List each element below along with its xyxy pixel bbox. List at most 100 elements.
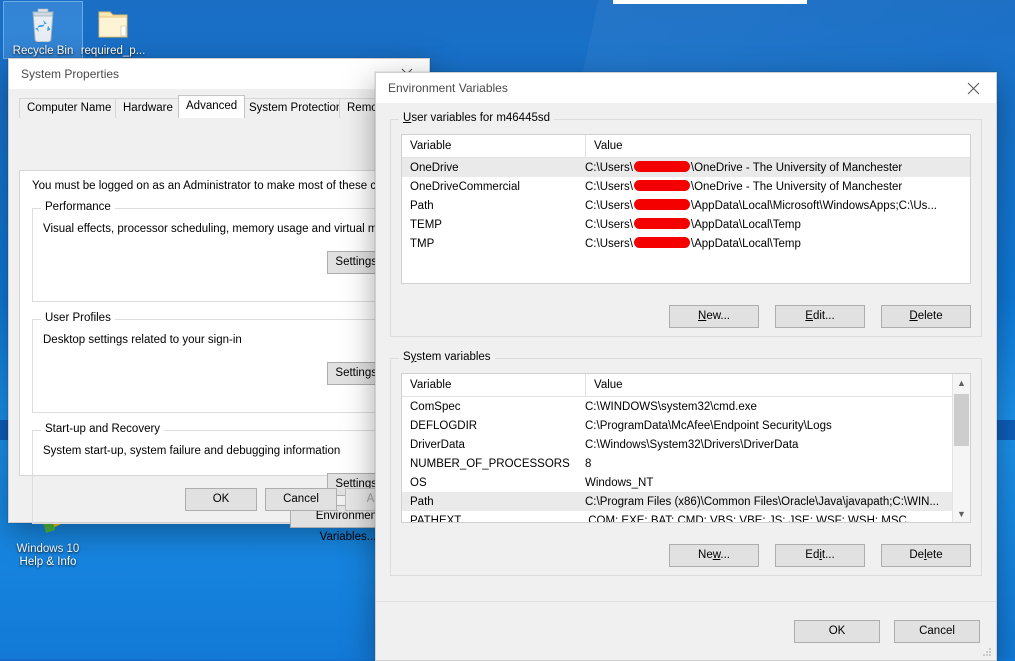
cell-value: Windows_NT xyxy=(585,476,654,489)
redaction-bar xyxy=(633,218,690,229)
tab-hardware[interactable]: Hardware xyxy=(115,98,181,118)
resize-grip-icon[interactable] xyxy=(981,646,992,657)
system-variables-scrollbar[interactable]: ▲ ▼ xyxy=(952,374,970,522)
table-row[interactable]: TEMP C:\Users\ \AppData\Local\Temp xyxy=(402,215,970,234)
user-profiles-group-desc: Desktop settings related to your sign-in xyxy=(43,334,242,346)
user-profiles-group-title: User Profiles xyxy=(41,312,115,324)
cell-variable: OneDriveCommercial xyxy=(410,180,520,193)
value-prefix: C:\Users\ xyxy=(585,162,633,174)
system-properties-title: System Properties xyxy=(21,67,120,81)
column-header-value[interactable]: Value xyxy=(586,135,970,157)
user-variables-table[interactable]: Variable Value OneDrive C:\Users\ \OneDri… xyxy=(401,134,971,284)
column-header-value[interactable]: Value xyxy=(586,374,970,396)
system-edit-button[interactable]: Edit... xyxy=(775,544,865,567)
close-icon[interactable] xyxy=(951,74,996,103)
user-variables-group: User variables for m46445sd Variable Val… xyxy=(390,112,982,337)
btn-pre: Ne xyxy=(698,549,713,561)
cell-value: C:\Users\ \OneDrive - The University of M… xyxy=(577,180,970,193)
value-suffix: \AppData\Local\Temp xyxy=(690,238,801,250)
table-row[interactable]: TMP C:\Users\ \AppData\Local\Temp xyxy=(402,234,970,253)
cell-variable: Path xyxy=(410,495,434,508)
cell-variable: DriverData xyxy=(410,438,465,451)
table-row[interactable]: ComSpec C:\WINDOWS\system32\cmd.exe xyxy=(402,397,970,416)
table-row[interactable]: DEFLOGDIR C:\ProgramData\McAfee\Endpoint … xyxy=(402,416,970,435)
cell-value: C:\Users\ \AppData\Local\Temp xyxy=(577,218,970,231)
ok-button[interactable]: OK xyxy=(794,619,880,643)
legend-text: stem variables xyxy=(416,351,491,363)
desktop-icon-label: required_p... xyxy=(80,45,146,57)
scroll-down-icon[interactable]: ▼ xyxy=(953,505,970,522)
table-row[interactable]: OneDrive C:\Users\ \OneDrive - The Univer… xyxy=(402,158,970,177)
administrator-hint: You must be logged on as an Administrato… xyxy=(32,180,418,192)
table-row[interactable]: OS Windows_NT xyxy=(402,473,970,492)
cell-variable: OS xyxy=(410,476,427,489)
legend-text: ser variables for m46445sd xyxy=(411,112,551,124)
system-variables-group: System variables Variable Value ComSpec C… xyxy=(390,351,982,576)
system-delete-button[interactable]: Delete xyxy=(881,544,971,567)
redaction-bar xyxy=(633,180,690,191)
system-variables-table[interactable]: Variable Value ComSpec C:\WINDOWS\system3… xyxy=(401,373,971,523)
system-variables-buttons: New... Edit... Delete xyxy=(669,544,971,567)
tab-computer-name[interactable]: Computer Name xyxy=(19,98,120,118)
value-suffix: \OneDrive - The University of Manchester xyxy=(690,181,903,193)
background-window-strip xyxy=(613,0,807,4)
cancel-button[interactable]: Cancel xyxy=(894,619,980,643)
value-prefix: C:\Users\ xyxy=(585,181,633,193)
cell-variable: TEMP xyxy=(410,218,442,231)
cell-variable: OneDrive xyxy=(410,161,459,174)
user-variables-legend: User variables for m46445sd xyxy=(399,112,555,124)
system-new-button[interactable]: New... xyxy=(669,544,759,567)
value-prefix: C:\Users\ xyxy=(585,219,633,231)
desktop-icon-folder[interactable]: required_p... xyxy=(74,2,152,58)
environment-variables-title: Environment Variables xyxy=(388,81,508,95)
tab-label: Computer Name xyxy=(27,102,112,114)
btn-post: elete xyxy=(917,310,943,322)
redaction-bar xyxy=(633,237,690,248)
startup-recovery-group-desc: System start-up, system failure and debu… xyxy=(43,445,341,457)
folder-icon xyxy=(74,4,152,42)
tab-system-protection[interactable]: System Protection xyxy=(241,98,351,118)
advanced-tab-panel: You must be logged on as an Administrato… xyxy=(19,170,419,543)
cancel-button[interactable]: Cancel xyxy=(265,487,337,511)
environment-variables-titlebar[interactable]: Environment Variables xyxy=(376,73,996,103)
user-edit-button[interactable]: Edit... xyxy=(775,305,865,328)
btn-accelerator: E xyxy=(805,310,813,322)
desktop-icon-label: Recycle Bin xyxy=(12,45,74,57)
scroll-up-icon[interactable]: ▲ xyxy=(953,374,970,391)
performance-group-desc: Visual effects, processor scheduling, me… xyxy=(43,223,410,235)
cell-variable: NUMBER_OF_PROCESSORS xyxy=(410,457,570,470)
tab-advanced[interactable]: Advanced xyxy=(178,95,246,118)
cell-value: C:\Users\ \AppData\Local\Microsoft\Window… xyxy=(577,199,970,212)
value-suffix: \AppData\Local\Microsoft\WindowsApps;C:\… xyxy=(690,200,937,212)
startup-recovery-group-title: Start-up and Recovery xyxy=(41,423,165,435)
btn-pre: De xyxy=(909,549,925,561)
ok-button[interactable]: OK xyxy=(185,487,257,511)
table-row[interactable]: OneDriveCommercial C:\Users\ \OneDrive - … xyxy=(402,177,970,196)
cell-value: C:\Users\ \OneDrive - The University of M… xyxy=(577,161,970,174)
cell-variable: PATHEXT xyxy=(410,514,462,523)
column-header-variable[interactable]: Variable xyxy=(402,374,586,396)
desktop-icon-recycle-bin[interactable]: Recycle Bin xyxy=(3,1,83,59)
table-row[interactable]: Path C:\Users\ \AppData\Local\Microsoft\W… xyxy=(402,196,970,215)
redaction-bar xyxy=(633,199,690,210)
table-row[interactable]: DriverData C:\Windows\System32\Drivers\Dr… xyxy=(402,435,970,454)
cell-value: C:\ProgramData\McAfee\Endpoint Security\… xyxy=(585,419,832,432)
table-row[interactable]: Path C:\Program Files (x86)\Common Files\… xyxy=(402,492,970,511)
tab-label: Advanced xyxy=(186,100,238,112)
scrollbar-thumb[interactable] xyxy=(954,394,969,446)
system-variables-legend: System variables xyxy=(399,351,495,363)
table-row[interactable]: PATHEXT .COM;.EXE;.BAT;.CMD;.VBS;.VBE;.JS… xyxy=(402,511,970,523)
cell-variable: ComSpec xyxy=(410,400,461,413)
cell-value: C:\Windows\System32\Drivers\DriverData xyxy=(585,438,799,451)
user-delete-button[interactable]: Delete xyxy=(881,305,971,328)
user-new-button[interactable]: New... xyxy=(669,305,759,328)
value-prefix: C:\Users\ xyxy=(585,238,633,250)
performance-group: Performance Visual effects, processor sc… xyxy=(32,201,410,302)
cell-variable: TMP xyxy=(410,237,435,250)
table-row[interactable]: NUMBER_OF_PROCESSORS 8 xyxy=(402,454,970,473)
column-header-variable[interactable]: Variable xyxy=(402,135,586,157)
value-suffix: \AppData\Local\Temp xyxy=(690,219,801,231)
btn-post: ew... xyxy=(706,310,730,322)
system-properties-titlebar[interactable]: System Properties xyxy=(9,59,429,89)
btn-post: ete xyxy=(926,549,943,561)
